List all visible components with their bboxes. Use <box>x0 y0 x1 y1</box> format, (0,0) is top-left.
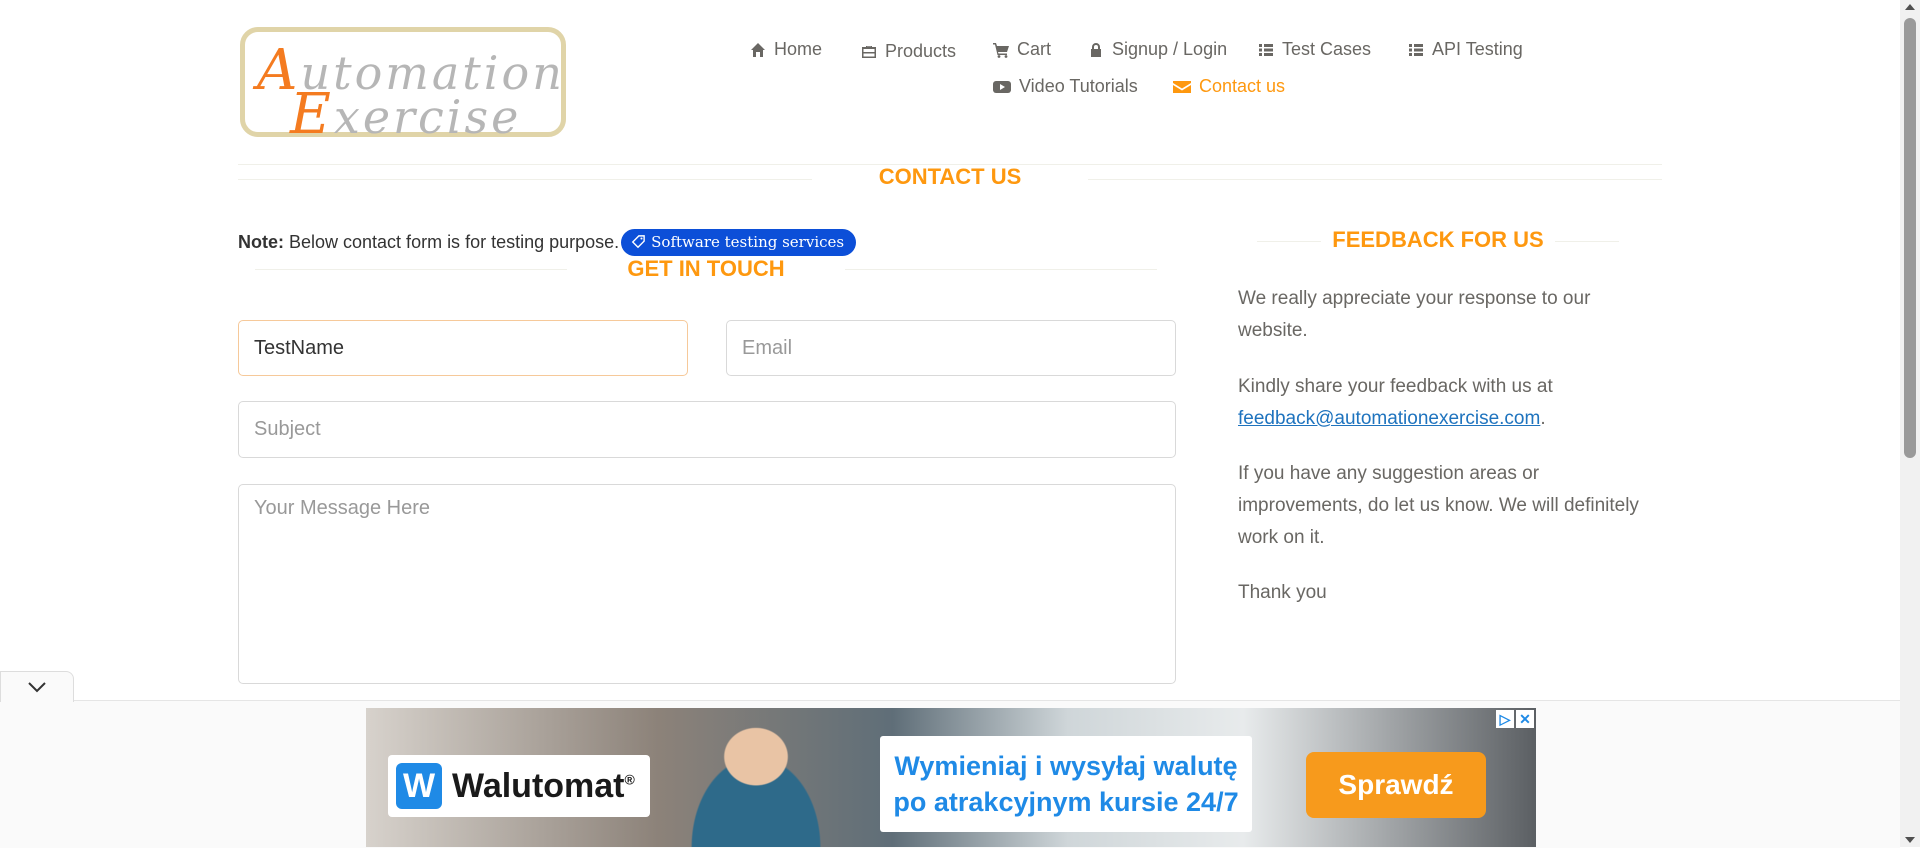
scrollbar-thumb[interactable] <box>1904 18 1916 458</box>
nav-cart[interactable]: Cart <box>993 39 1051 60</box>
feedback-thanks: Thank you <box>1238 582 1327 603</box>
nav-products-label: Products <box>885 41 957 61</box>
nav-signup-login[interactable]: Signup / Login <box>1088 39 1227 60</box>
name-input[interactable] <box>238 320 688 376</box>
logo-cap-e: E <box>290 82 334 147</box>
nav-contact-us[interactable]: Contact us <box>1173 76 1285 97</box>
contact-us-title: CONTACT US <box>878 164 1022 189</box>
note-text: Below contact form is for testing purpos… <box>289 232 620 252</box>
note-line: Note: Below contact form is for testing … <box>238 229 857 256</box>
site-logo[interactable]: Automation Exercise <box>240 27 566 147</box>
ad-message: Wymieniaj i wysyłaj walutę po atrakcyjny… <box>880 736 1252 832</box>
ad-cta-button[interactable]: Sprawdź <box>1306 752 1486 818</box>
feedback-paragraph-2: Kindly share your feedback with us at fe… <box>1238 371 1648 435</box>
feedback-rule-right <box>1555 241 1619 242</box>
ad-brand-reg: ® <box>624 771 635 788</box>
nav-home-label: Home <box>774 39 823 59</box>
nav-products[interactable]: Products <box>861 41 956 62</box>
nav-api-testing[interactable]: API Testing <box>1408 39 1523 60</box>
feedback-paragraph-4: Thank you <box>1238 577 1648 609</box>
get-in-touch-title: GET IN TOUCH <box>627 256 785 281</box>
logo-text-2: xercise <box>333 90 522 144</box>
briefcase-icon <box>862 45 876 58</box>
email-input[interactable] <box>726 320 1176 376</box>
note-label: Note: <box>238 232 284 252</box>
envelope-icon <box>1173 80 1191 93</box>
nav-video-tutorials[interactable]: Video Tutorials <box>993 76 1138 97</box>
feedback-appreciation: We really appreciate your response to ou… <box>1238 288 1591 341</box>
scroll-down-icon[interactable] <box>1905 837 1915 843</box>
list-icon <box>1259 43 1273 56</box>
feedback-suggestion: If you have any suggestion areas or impr… <box>1238 463 1639 548</box>
ad-collapse-button[interactable] <box>0 671 74 702</box>
nav-test-cases[interactable]: Test Cases <box>1258 39 1371 60</box>
ad-choices: ▷ ✕ <box>1496 710 1534 728</box>
home-icon <box>751 42 765 57</box>
walutomat-logo-icon: W <box>396 763 442 809</box>
nav-cart-label: Cart <box>1017 39 1052 59</box>
feedback-share-line: Kindly share your feedback with us at fe… <box>1238 371 1648 435</box>
feedback-email-link[interactable]: feedback@automationexercise.com <box>1238 408 1540 429</box>
cart-icon <box>993 42 1009 58</box>
ad-brand-name: Walutomat® <box>452 767 635 806</box>
lock-icon <box>1091 42 1101 57</box>
ad-brand-text: Walutomat <box>452 766 625 805</box>
ad-message-line-1: Wymieniaj i wysyłaj walutę <box>894 751 1238 781</box>
software-testing-badge[interactable]: Software testing services <box>621 229 857 256</box>
feedback-paragraph-3: If you have any suggestion areas or impr… <box>1238 458 1648 554</box>
ad-close-icon[interactable]: ✕ <box>1516 710 1534 728</box>
logo-line-2: Exercise <box>290 82 521 147</box>
nav-test-cases-label: Test Cases <box>1282 39 1372 59</box>
nav-video-tutorials-label: Video Tutorials <box>1019 76 1138 96</box>
youtube-icon <box>993 80 1011 93</box>
title-rule-left <box>238 179 812 180</box>
advertisement-banner[interactable]: W Walutomat® Wymieniaj i wysyłaj walutę … <box>366 708 1536 847</box>
ad-brand-box: W Walutomat® <box>388 755 650 817</box>
page: Automation Exercise Home Products Cart S… <box>0 0 1900 848</box>
feedback-period: . <box>1540 408 1546 429</box>
nav-api-testing-label: API Testing <box>1432 39 1523 59</box>
vertical-scrollbar[interactable] <box>1900 0 1920 847</box>
feedback-share-text: Kindly share your feedback with us at <box>1238 376 1553 397</box>
feedback-rule-left <box>1257 241 1321 242</box>
touch-rule-right <box>845 269 1157 270</box>
message-textarea[interactable] <box>238 484 1176 684</box>
scroll-up-icon[interactable] <box>1905 4 1915 10</box>
touch-rule-left <box>255 269 567 270</box>
ad-person-image <box>656 708 856 847</box>
badge-label: Software testing services <box>651 233 845 251</box>
list-icon <box>1409 43 1423 56</box>
feedback-paragraph-1: We really appreciate your response to ou… <box>1238 283 1648 347</box>
ad-message-line-2: po atrakcyjnym kursie 24/7 <box>893 787 1239 817</box>
feedback-title: FEEDBACK FOR US <box>1332 227 1544 252</box>
title-rule-right <box>1088 179 1662 180</box>
nav-contact-us-label: Contact us <box>1199 76 1286 96</box>
tag-icon <box>631 235 645 249</box>
nav-home[interactable]: Home <box>750 39 822 60</box>
adchoices-icon[interactable]: ▷ <box>1496 710 1514 728</box>
chevron-down-icon <box>28 682 46 693</box>
nav-signup-login-label: Signup / Login <box>1112 39 1228 59</box>
subject-input[interactable] <box>238 401 1176 458</box>
